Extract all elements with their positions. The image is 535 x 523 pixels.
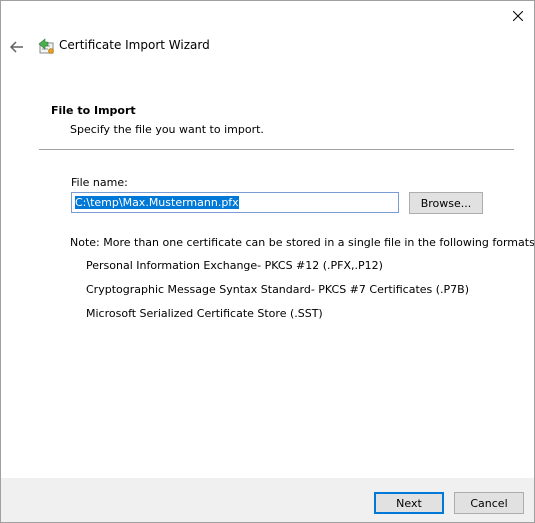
note-text: Note: More than one certificate can be s… <box>70 236 535 249</box>
close-button[interactable] <box>502 1 534 31</box>
back-arrow-icon <box>10 41 23 53</box>
format-item: Microsoft Serialized Certificate Store (… <box>86 307 323 320</box>
certificate-import-wizard-window: Certificate Import Wizard File to Import… <box>0 0 535 523</box>
back-button[interactable] <box>7 37 27 57</box>
wizard-header: Certificate Import Wizard <box>1 31 534 63</box>
cancel-button[interactable]: Cancel <box>454 492 524 514</box>
file-name-value: C:\temp\Max.Mustermann.pfx <box>75 196 239 209</box>
page-subheading: Specify the file you want to import. <box>70 123 264 136</box>
certificate-icon <box>38 38 54 54</box>
format-item: Personal Information Exchange- PKCS #12 … <box>86 259 383 272</box>
title-bar <box>1 1 534 31</box>
divider <box>39 149 514 150</box>
next-button[interactable]: Next <box>374 492 444 514</box>
format-item: Cryptographic Message Syntax Standard- P… <box>86 283 470 296</box>
file-name-input[interactable]: C:\temp\Max.Mustermann.pfx <box>71 192 399 213</box>
page-heading: File to Import <box>51 104 136 117</box>
wizard-title: Certificate Import Wizard <box>59 38 210 52</box>
browse-button[interactable]: Browse... <box>409 192 483 214</box>
close-icon <box>513 11 523 21</box>
file-name-label: File name: <box>71 176 128 189</box>
format-list: Personal Information Exchange- PKCS #12 … <box>86 259 469 331</box>
wizard-footer: Next Cancel <box>1 478 534 522</box>
